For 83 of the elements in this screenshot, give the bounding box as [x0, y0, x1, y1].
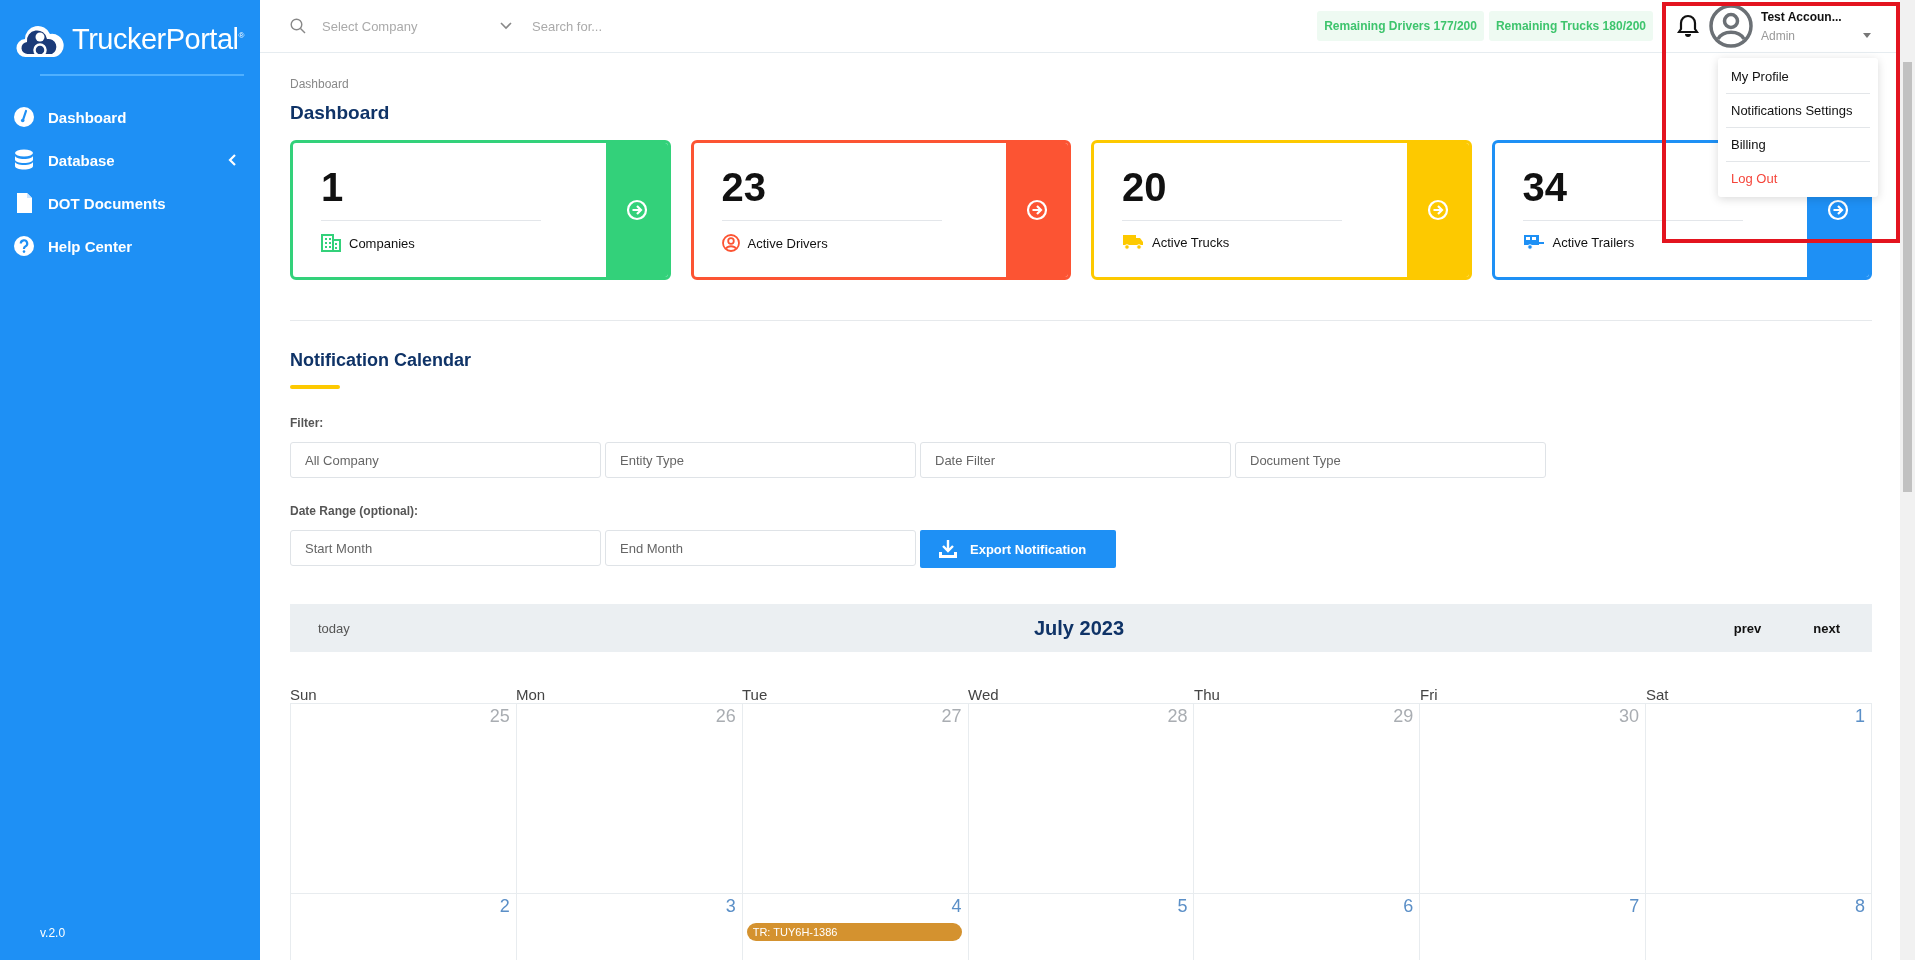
day-number: 4 [951, 896, 962, 917]
menu-item[interactable]: Notifications Settings [1726, 94, 1870, 128]
stat-value: 34 [1522, 165, 1567, 209]
weekday-label: Thu [1194, 686, 1220, 703]
section-title: Notification Calendar [290, 350, 473, 371]
day-number: 25 [489, 706, 510, 727]
arrow-circle-icon [1026, 199, 1048, 221]
export-button[interactable]: Export Notification [920, 530, 1116, 568]
calendar-event[interactable]: TR: TUY6H-1386 [746, 923, 962, 941]
day-number: 28 [1167, 706, 1188, 727]
version-label: v.2.0 [39, 926, 67, 942]
day-number: 5 [1177, 896, 1188, 917]
day-number: 6 [1403, 896, 1414, 917]
logo-text: TruckerPortal$^{®}$ [72, 22, 244, 56]
stat-value: 20 [1122, 165, 1167, 209]
day-number: 30 [1619, 706, 1640, 727]
search-icon [290, 18, 306, 34]
filter-field[interactable]: Date Filter [920, 442, 1231, 478]
building-icon [321, 234, 341, 252]
user-role: Admin [1761, 28, 1795, 43]
day-number: 29 [1393, 706, 1414, 727]
help-icon [13, 235, 35, 257]
day-number: 7 [1629, 896, 1640, 917]
filter-field[interactable]: Document Type [1235, 442, 1546, 478]
day-number: 26 [715, 706, 736, 727]
page-title: Dashboard [290, 102, 390, 124]
menu-item[interactable]: Billing [1726, 128, 1870, 162]
user-menu-toggle[interactable]: Test Accoun... Admin [1709, 4, 1879, 48]
breadcrumb: Dashboard [290, 77, 349, 91]
month-field[interactable]: End Month [605, 530, 916, 566]
arrow-circle-icon [1426, 199, 1449, 221]
arrow-circle-icon [1827, 199, 1849, 221]
weekday-label: Mon [516, 686, 546, 703]
weekday-label: Sun [290, 686, 317, 703]
avatar-icon [1709, 4, 1753, 48]
document-icon [15, 192, 33, 214]
sidebar-item[interactable]: DOT Documents [0, 188, 260, 218]
user-name: Test Accoun... [1761, 9, 1843, 24]
sidebar-item[interactable]: Database [0, 145, 260, 175]
database-icon [14, 149, 34, 171]
month-field[interactable]: Start Month [290, 530, 601, 566]
stat-label: Companies [349, 235, 415, 251]
day-number: 8 [1855, 896, 1865, 917]
today-button[interactable]: today [318, 620, 350, 636]
next-button[interactable]: next [1813, 620, 1840, 636]
date-range-label: Date Range (optional): [290, 504, 419, 518]
scrollbar-thumb[interactable] [1903, 62, 1912, 492]
stat-label: Active Trucks [1152, 234, 1230, 250]
weekday-label: Wed [968, 686, 999, 703]
caret-icon [1863, 33, 1871, 38]
day-number: 1 [1855, 706, 1865, 727]
day-number: 3 [725, 896, 736, 917]
title-underline [290, 385, 340, 389]
prev-button[interactable]: prev [1733, 620, 1762, 636]
trailer-icon [1522, 234, 1545, 250]
filter-field[interactable]: Entity Type [605, 442, 916, 478]
remaining-badge: Remaining Drivers 177/200 [1317, 11, 1484, 41]
remaining-badge: Remaining Trucks 180/200 [1488, 11, 1653, 41]
day-number: 27 [941, 706, 962, 727]
weekday-label: Sat [1646, 686, 1669, 703]
gauge-icon [13, 106, 35, 128]
download-icon [938, 539, 958, 559]
company-select[interactable]: Select Company [318, 14, 516, 38]
day-number: 2 [499, 896, 510, 917]
weekday-label: Fri [1420, 686, 1438, 703]
filter-field[interactable]: All Company [290, 442, 601, 478]
person-circle-icon [721, 234, 740, 252]
menu-item[interactable]: My Profile [1726, 60, 1870, 94]
stat-label: Active Trailers [1552, 234, 1635, 250]
weekday-label: Tue [742, 686, 768, 703]
arrow-circle-icon [625, 199, 648, 221]
calendar-title: July 2023 [1033, 616, 1125, 640]
stat-value: 23 [721, 165, 766, 209]
sidebar-item[interactable]: Help Center [0, 231, 260, 261]
chevron-down-icon [500, 22, 512, 30]
stat-value: 1 [321, 165, 344, 209]
bell-icon[interactable] [1677, 14, 1699, 38]
truck-icon [1122, 234, 1144, 250]
sidebar-item[interactable]: Dashboard [0, 102, 260, 132]
menu-item[interactable]: Log Out [1726, 162, 1870, 195]
filter-label: Filter: [290, 416, 325, 430]
card-link-button[interactable] [605, 143, 668, 277]
stat-label: Active Drivers [747, 235, 828, 251]
